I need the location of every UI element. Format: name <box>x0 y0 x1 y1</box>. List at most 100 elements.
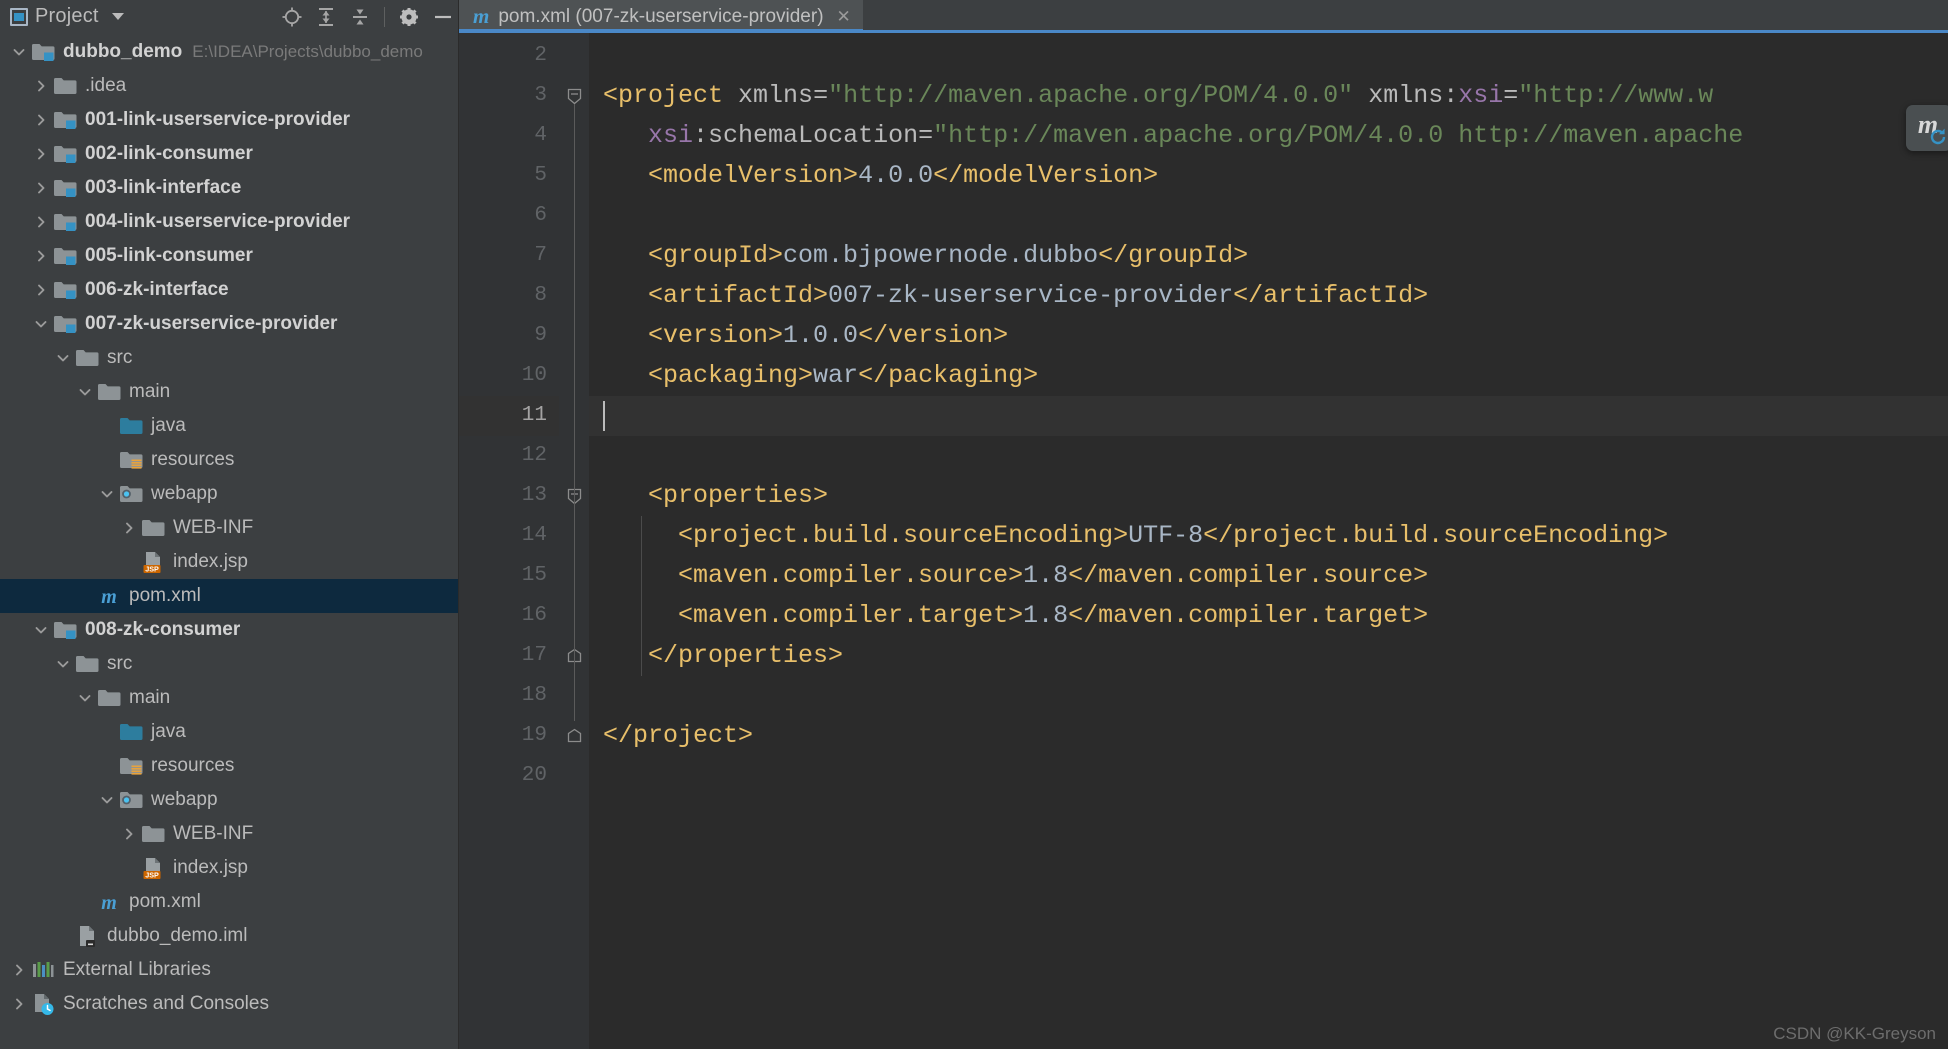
tree-row-label: .idea <box>85 75 127 96</box>
tree-row-001-link-userservice-provider[interactable]: 001-link-userservice-provider <box>0 103 459 137</box>
tree-row-005-link-consumer[interactable]: 005-link-consumer <box>0 239 459 273</box>
tree-row-pom-xml[interactable]: m pom.xml <box>0 885 459 919</box>
chevron-right-icon[interactable] <box>30 239 52 273</box>
chevron-right-icon[interactable] <box>30 69 52 103</box>
tab-pom-xml[interactable]: m pom.xml (007-zk-userservice-provider) … <box>459 0 863 33</box>
chevron-down-icon[interactable] <box>111 13 124 20</box>
code-line[interactable]: <packaging>war</packaging> <box>603 356 1038 396</box>
resources-folder-icon <box>118 753 144 779</box>
tree-row-pom-xml[interactable]: m pom.xml <box>0 579 459 613</box>
tree-row-web-inf[interactable]: WEB-INF <box>0 817 459 851</box>
chevron-down-icon[interactable] <box>52 647 74 681</box>
tree-row-scratches-and-consoles[interactable]: Scratches and Consoles <box>0 987 459 1021</box>
chevron-down-icon[interactable] <box>30 307 52 341</box>
tree-row-src[interactable]: src <box>0 647 459 681</box>
maven-reload-button[interactable]: m <box>1906 105 1948 151</box>
chevron-down-icon[interactable] <box>74 375 96 409</box>
chevron-down-icon[interactable] <box>74 681 96 715</box>
tree-row-004-link-userservice-provider[interactable]: 004-link-userservice-provider <box>0 205 459 239</box>
chevron-down-icon[interactable] <box>30 613 52 647</box>
tree-row-003-link-interface[interactable]: 003-link-interface <box>0 171 459 205</box>
tree-row-resources[interactable]: resources <box>0 443 459 477</box>
tree-row-webapp[interactable]: webapp <box>0 783 459 817</box>
chevron-right-icon[interactable] <box>118 817 140 851</box>
tree-row-webapp[interactable]: webapp <box>0 477 459 511</box>
no-arrow <box>74 579 96 613</box>
code-folding-strip[interactable] <box>559 33 589 1049</box>
tree-row-idea[interactable]: .idea <box>0 69 459 103</box>
code-token: </project.build.sourceEncoding> <box>1203 521 1669 550</box>
chevron-right-icon[interactable] <box>30 171 52 205</box>
chevron-right-icon[interactable] <box>30 273 52 307</box>
close-icon[interactable]: ✕ <box>837 7 851 27</box>
chevron-down-icon[interactable] <box>8 35 30 69</box>
tree-row-src[interactable]: src <box>0 341 459 375</box>
code-line[interactable]: </project> <box>603 716 753 756</box>
code-line[interactable]: <artifactId>007-zk-userservice-provider<… <box>603 276 1428 316</box>
svg-text:JSP: JSP <box>145 870 159 879</box>
line-number-gutter[interactable]: 2 3 4 5 6 7 8 9 10 11 12 13 14 15 16 17 18 19 20 <box>459 33 589 1049</box>
locate-icon[interactable] <box>276 2 308 32</box>
chevron-down-icon[interactable] <box>96 477 118 511</box>
chevron-right-icon[interactable] <box>8 953 30 987</box>
code-line[interactable]: <properties> <box>603 476 828 516</box>
tree-row-002-link-consumer[interactable]: 002-link-consumer <box>0 137 459 171</box>
code-text-area[interactable]: <project xmlns="http://maven.apache.org/… <box>589 33 1948 1049</box>
code-token: xsi <box>648 121 694 150</box>
chevron-right-icon[interactable] <box>30 137 52 171</box>
code-line[interactable]: <groupId>com.bjpowernode.dubbo</groupId> <box>603 236 1248 276</box>
chevron-right-icon[interactable] <box>118 511 140 545</box>
chevron-right-icon[interactable] <box>30 103 52 137</box>
source-folder-icon <box>118 719 144 745</box>
code-line[interactable]: <version>1.0.0</version> <box>603 316 1008 356</box>
tree-row-main[interactable]: main <box>0 681 459 715</box>
code-line[interactable]: <project xmlns="http://maven.apache.org/… <box>603 76 1713 116</box>
code-line[interactable]: <modelVersion>4.0.0</modelVersion> <box>603 156 1158 196</box>
gear-icon[interactable] <box>393 2 425 32</box>
tree-row-index-jsp[interactable]: JSP index.jsp <box>0 851 459 885</box>
code-line[interactable]: <maven.compiler.source>1.8</maven.compil… <box>603 556 1428 596</box>
minimize-icon[interactable] <box>427 2 459 32</box>
module-folder-icon <box>52 107 78 133</box>
chevron-down-icon[interactable] <box>52 341 74 375</box>
tree-row-008-zk-consumer[interactable]: 008-zk-consumer <box>0 613 459 647</box>
code-line[interactable]: xsi:schemaLocation="http://maven.apache.… <box>603 116 1743 156</box>
tree-row-006-zk-interface[interactable]: 006-zk-interface <box>0 273 459 307</box>
fold-end-icon[interactable] <box>567 728 582 743</box>
editor-tabbar: m pom.xml (007-zk-userservice-provider) … <box>459 0 1948 33</box>
tree-row-index-jsp[interactable]: JSP index.jsp <box>0 545 459 579</box>
chevron-right-icon[interactable] <box>8 987 30 1021</box>
tree-row-main[interactable]: main <box>0 375 459 409</box>
tree-row-web-inf[interactable]: WEB-INF <box>0 511 459 545</box>
folder-icon <box>96 379 122 405</box>
chevron-down-icon[interactable] <box>96 783 118 817</box>
project-tool-window: Project dubbo_demo E:\IDEA\Projects\dubb… <box>0 0 459 1049</box>
collapse-all-icon[interactable] <box>344 2 376 32</box>
line-number: 7 <box>534 244 547 267</box>
tree-row-dubbo-demo[interactable]: dubbo_demo E:\IDEA\Projects\dubbo_demo <box>0 35 459 69</box>
chevron-right-icon[interactable] <box>30 205 52 239</box>
fold-collapse-icon[interactable] <box>567 88 582 105</box>
code-token: <groupId> <box>648 241 784 270</box>
code-line[interactable]: <project.build.sourceEncoding>UTF-8</pro… <box>603 516 1668 556</box>
indent-guide <box>641 516 642 676</box>
code-line[interactable]: </properties> <box>603 636 843 676</box>
tree-row-007-zk-userservice-provider[interactable]: 007-zk-userservice-provider <box>0 307 459 341</box>
no-arrow <box>96 749 118 783</box>
tree-row-label: java <box>151 721 186 742</box>
expand-all-icon[interactable] <box>310 2 342 32</box>
panel-title: Project <box>35 5 99 27</box>
tree-row-resources[interactable]: resources <box>0 749 459 783</box>
tree-row-external-libraries[interactable]: External Libraries <box>0 953 459 987</box>
no-arrow <box>52 919 74 953</box>
project-tree[interactable]: dubbo_demo E:\IDEA\Projects\dubbo_demo .id… <box>0 33 459 1049</box>
tree-row-java[interactable]: java <box>0 409 459 443</box>
tree-row-java[interactable]: java <box>0 715 459 749</box>
code-line[interactable]: <maven.compiler.target>1.8</maven.compil… <box>603 596 1428 636</box>
line-number: 6 <box>534 204 547 227</box>
tree-row-dubbo-demo-iml[interactable]: dubbo_demo.iml <box>0 919 459 953</box>
project-toolbar: Project <box>0 0 459 33</box>
idea-window: Project dubbo_demo E:\IDEA\Projects\dubb… <box>0 0 1948 1049</box>
